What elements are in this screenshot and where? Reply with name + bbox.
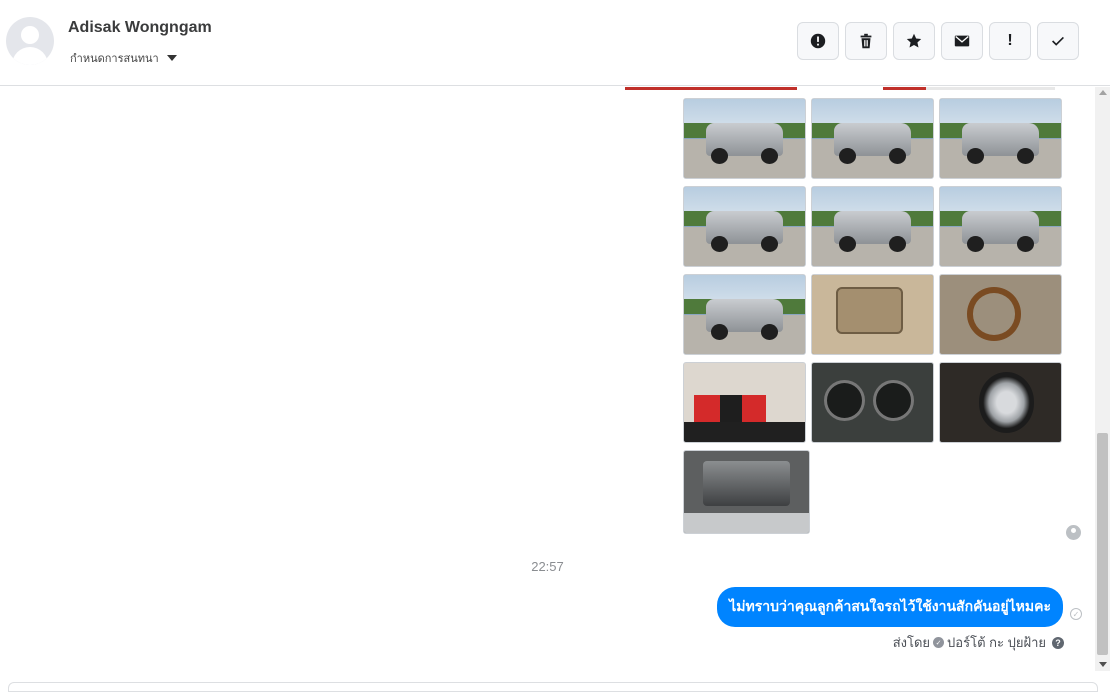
message-composer[interactable] <box>8 682 1098 692</box>
envelope-icon <box>954 35 970 47</box>
scroll-down-arrow-icon[interactable] <box>1099 662 1107 667</box>
conversation-settings-label: กำหนดการสนทนา <box>70 53 159 65</box>
contact-avatar[interactable] <box>6 17 54 65</box>
avatar-body-shape <box>12 47 48 65</box>
trash-icon <box>860 33 872 49</box>
star-button[interactable] <box>893 22 935 60</box>
sent-by-prefix: ส่งโดย <box>892 635 931 650</box>
verified-check-icon: ✓ <box>933 637 945 648</box>
photo-attachment[interactable] <box>939 274 1062 355</box>
message-timestamp: 22:57 <box>531 559 564 574</box>
important-button[interactable]: ! <box>989 22 1031 60</box>
read-receipt-avatar <box>1066 525 1081 540</box>
conversation-settings-dropdown[interactable]: กำหนดการสนทนา <box>70 49 177 67</box>
previous-image-edge <box>625 87 1055 90</box>
photo-attachment[interactable] <box>811 98 934 179</box>
sent-status-icon: ✓ <box>1070 608 1082 620</box>
exclamation-icon: ! <box>1007 32 1013 49</box>
photo-attachment[interactable] <box>811 186 934 267</box>
avatar-head-shape <box>21 26 39 44</box>
caret-down-icon <box>166 55 177 61</box>
sent-by-name[interactable]: ปอร์โต้ กะ ปุยฝ้าย <box>947 632 1046 653</box>
alert-circle-icon <box>810 33 826 49</box>
scrollbar-thumb[interactable] <box>1097 433 1108 655</box>
photo-attachment[interactable] <box>683 98 806 179</box>
thread-scrollbar[interactable] <box>1095 87 1110 671</box>
done-button[interactable] <box>1037 22 1079 60</box>
photo-attachment[interactable] <box>683 274 806 355</box>
photo-attachment[interactable] <box>683 450 810 534</box>
scroll-up-arrow-icon[interactable] <box>1099 90 1107 95</box>
photo-attachment[interactable] <box>683 362 806 443</box>
photo-attachment[interactable] <box>939 362 1062 443</box>
photo-attachment[interactable] <box>811 362 934 443</box>
message-thread[interactable]: 22:57 ไม่ทราบว่าคุณลูกค้าสนใจรถไว้ใช้งาน… <box>0 87 1095 671</box>
sent-by-info: ส่งโดย ✓ ปอร์โต้ กะ ปุยฝ้าย ? <box>893 632 1064 653</box>
help-icon[interactable]: ? <box>1052 636 1064 649</box>
outgoing-message-bubble[interactable]: ไม่ทราบว่าคุณลูกค้าสนใจรถไว้ใช้งานสักคัน… <box>717 587 1063 627</box>
photo-attachment[interactable] <box>939 186 1062 267</box>
photo-attachment[interactable] <box>811 274 934 355</box>
star-icon <box>906 33 922 48</box>
delete-button[interactable] <box>845 22 887 60</box>
photo-attachment[interactable] <box>683 186 806 267</box>
mark-unread-button[interactable] <box>941 22 983 60</box>
contact-name[interactable]: Adisak Wongngam <box>68 19 212 37</box>
photo-attachment[interactable] <box>939 98 1062 179</box>
conversation-toolbar: ! <box>797 22 1079 60</box>
conversation-header: Adisak Wongngam กำหนดการสนทนา ! <box>0 0 1110 86</box>
check-icon <box>1052 36 1064 46</box>
report-button[interactable] <box>797 22 839 60</box>
